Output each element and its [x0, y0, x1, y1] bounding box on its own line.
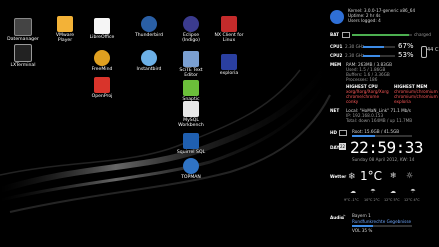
net-label: NET — [330, 108, 340, 113]
distro-logo-icon — [330, 10, 344, 24]
snowflake-icon: ❄ — [390, 171, 397, 180]
sun-icon: ☼ — [406, 171, 414, 180]
audio-progress-bar — [352, 225, 412, 227]
snowflake-icon: ❄ — [348, 172, 356, 182]
users-text: Users logged: 4 — [348, 18, 381, 23]
forecast-temp: 12°C 4°C — [404, 198, 420, 202]
instantbird-icon[interactable]: Instantbird — [126, 50, 172, 72]
cpu1-label: CPU1 — [330, 44, 343, 49]
cpu1-bar — [363, 46, 395, 48]
day-label: DAY — [330, 145, 340, 150]
rain-icon: ☂ — [410, 188, 416, 195]
bat-status: charged — [414, 32, 432, 37]
icon-label: LXTerminal — [10, 63, 36, 68]
date-text: Sunday 08 April 2012, KW: 14 — [352, 157, 415, 162]
bat-label: BAT — [330, 32, 339, 37]
mem-line: Processes: 186 — [346, 77, 378, 82]
rain-icon: ☂ — [370, 188, 376, 195]
mem-label: MEM — [330, 62, 342, 67]
icon-label: TOPMAN — [181, 175, 201, 180]
openproj-icon[interactable]: OpenProj — [79, 77, 125, 99]
highest-mem-item: exploria — [394, 99, 411, 104]
libreoffice-icon[interactable]: LibreOffice — [79, 18, 125, 40]
freemind-icon[interactable]: FreeMind — [79, 50, 125, 72]
icon-label: LibreOffice — [89, 35, 115, 40]
hd-bar — [352, 135, 412, 137]
icon-label: MySQL Workbench — [178, 118, 204, 129]
icon-label: OpenProj — [91, 94, 113, 99]
squirrel-sql-icon[interactable]: Squirrel SQL — [168, 133, 214, 155]
cpu2-label: CPU2 — [330, 53, 343, 58]
cpu2-bar — [363, 55, 395, 57]
clock-time: 22:59:33 — [350, 138, 424, 157]
calendar-icon: 22 — [339, 143, 346, 150]
thunderbird-icon[interactable]: Thunderbird — [126, 16, 172, 38]
icon-label: NX Client for Linux — [214, 33, 244, 44]
cpu2-freq: 2.30 GHz — [345, 53, 365, 58]
desktop: Datemanager LXTerminal VMware Player Lib… — [0, 0, 439, 247]
speaker-icon: ♪ — [342, 214, 346, 221]
net-line: Total: down 164MB / up 11.7MB — [346, 118, 413, 123]
audio-subtitle: Rundfunkrechte Gegebnisse — [352, 219, 412, 224]
weather-label: Wetter — [330, 174, 347, 179]
forecast-temp: 12°C 5°C — [384, 198, 400, 202]
battery-bar — [352, 34, 412, 36]
icon-label: exploria — [219, 71, 239, 76]
audio-title: Bayern 1 — [352, 213, 371, 218]
cpu1-percent: 67% — [398, 42, 414, 50]
highest-cpu-item: conky — [346, 99, 359, 104]
mysql-workbench-icon[interactable]: MySQL Workbench — [168, 101, 214, 129]
conky-panel: Kernel: 3.0.0-17-generic x86_64 Uptime: … — [328, 4, 438, 244]
forecast-temp: 9°C -1°C — [344, 198, 359, 202]
weather-temp: 1°C — [360, 169, 383, 183]
hd-label: HD — [330, 130, 337, 135]
exploria-icon[interactable]: exploria — [206, 54, 252, 76]
icon-label: Datemanager — [7, 37, 39, 42]
hd-text: Root: 15.6GB / 41.5GB — [352, 129, 400, 134]
topman-icon[interactable]: TOPMAN — [168, 158, 214, 180]
forecast-temp: 10°C 2°C — [364, 198, 380, 202]
battery-icon — [342, 32, 350, 38]
icon-label: FreeMind — [91, 67, 113, 72]
icon-label: Instantbird — [136, 67, 162, 72]
cloud-icon: ☁ — [350, 188, 356, 195]
cpu2-percent: 53% — [398, 51, 414, 59]
volume-text: VOL 35 % — [352, 228, 373, 233]
cloud-icon: ☁ — [390, 188, 396, 195]
datemanager-icon[interactable]: Datemanager — [0, 18, 46, 42]
cpu1-freq: 2.30 GHz — [345, 44, 365, 49]
harddisk-icon — [339, 130, 347, 136]
snaptic-icon[interactable]: Snaptic — [168, 80, 214, 102]
icon-label: Squirrel SQL — [176, 150, 206, 155]
nx-client-icon[interactable]: NX Client for Linux — [206, 16, 252, 44]
temp-text: 44 C — [427, 47, 439, 53]
lxterminal-icon[interactable]: LXTerminal — [0, 44, 46, 68]
icon-label: Thunderbird — [134, 33, 164, 38]
